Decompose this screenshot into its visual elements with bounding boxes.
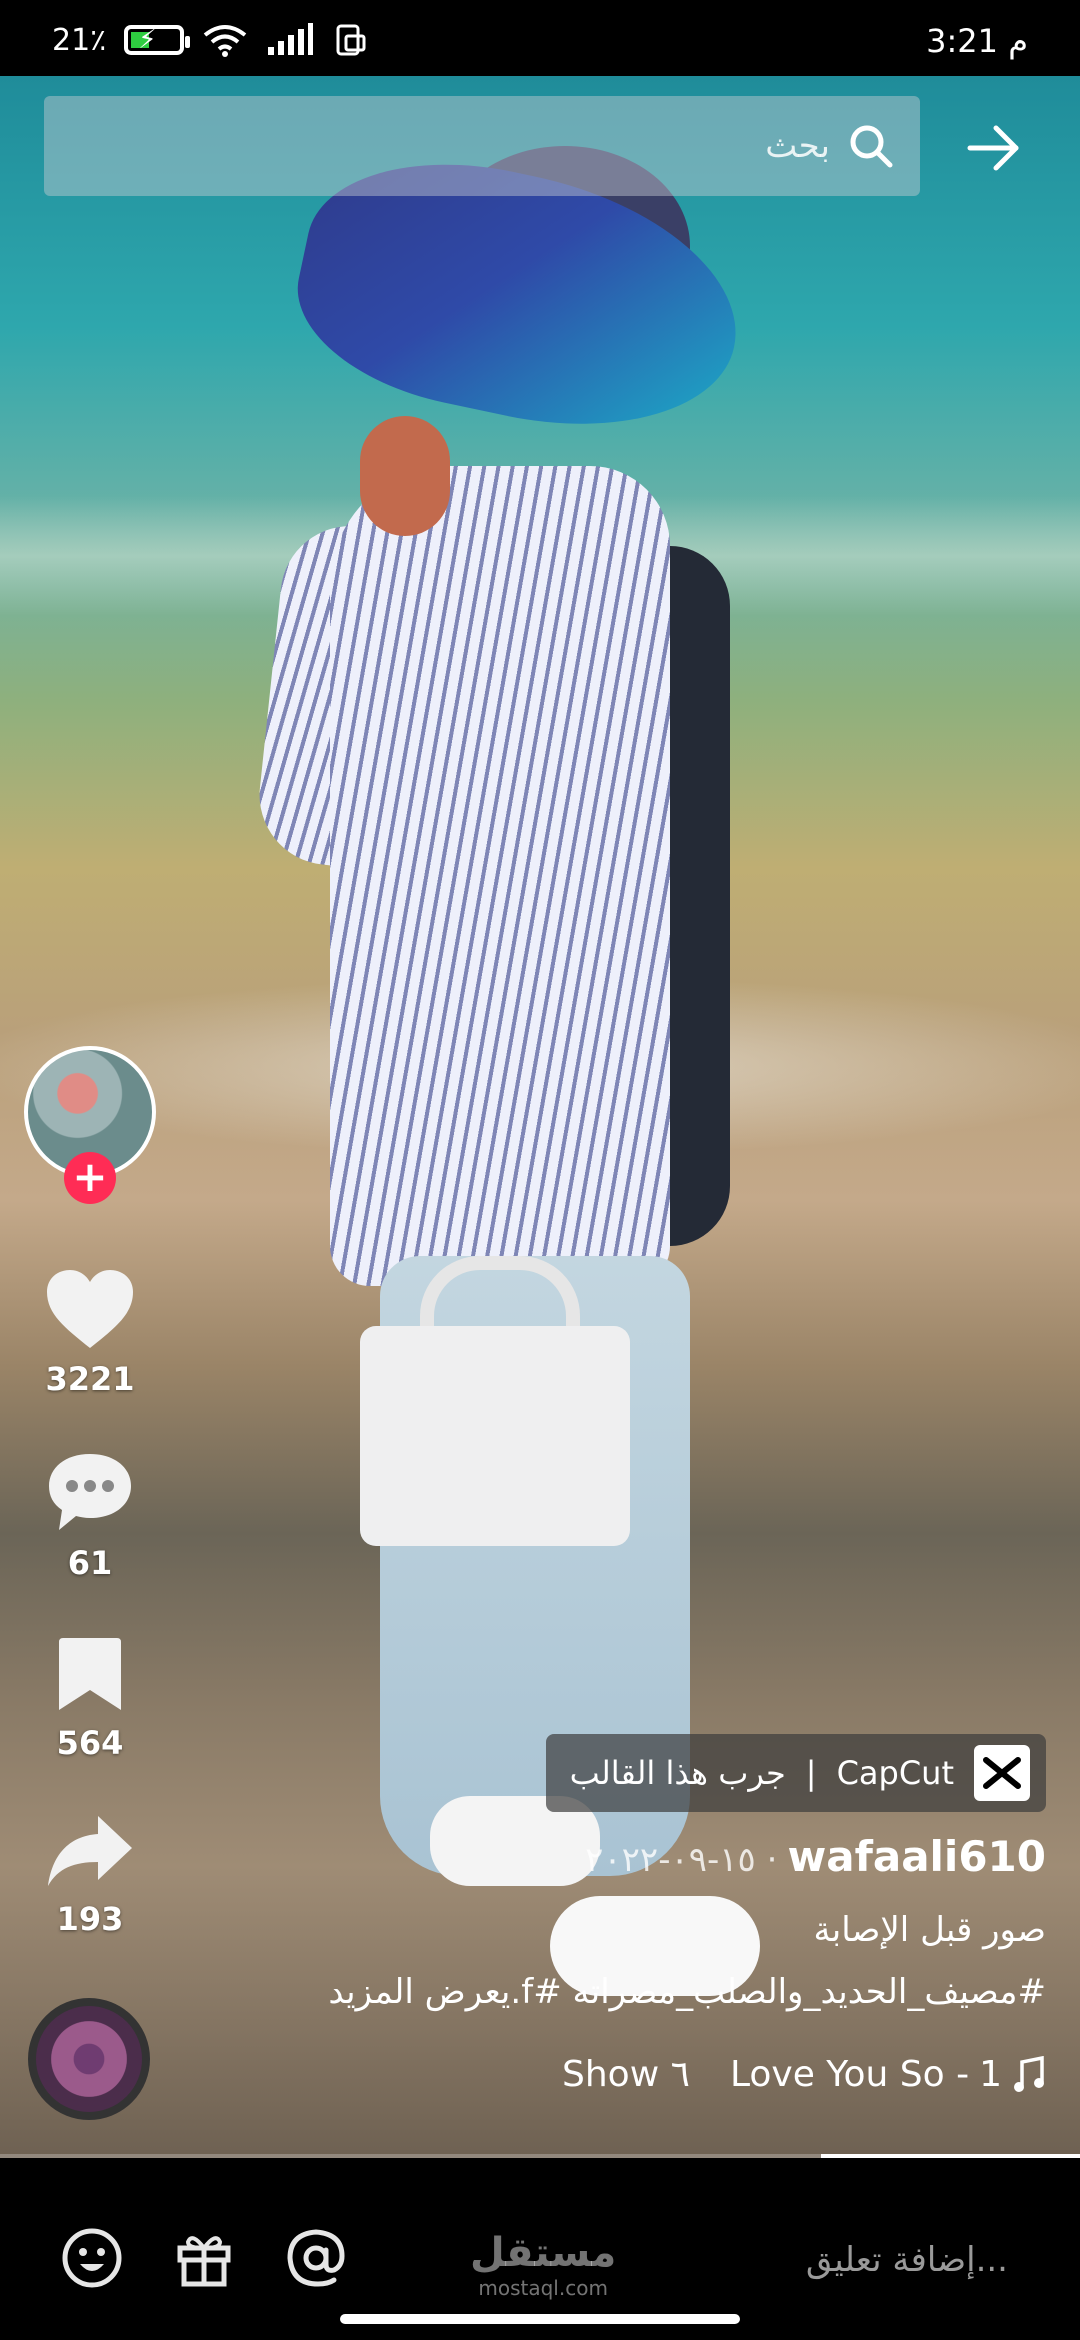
creator-username[interactable]: wafaali610 (787, 1832, 1046, 1881)
clock: 3:21 م (926, 22, 1028, 60)
battery-percent: 21٪ (52, 22, 107, 58)
like-count: 3221 (45, 1360, 135, 1398)
capcut-separator: | (805, 1754, 817, 1792)
capcut-logo-icon (974, 1745, 1030, 1801)
share-count: 193 (56, 1900, 124, 1938)
share-arrow-icon (48, 1816, 132, 1886)
like-button[interactable]: 3221 (20, 1268, 160, 1398)
share-button[interactable]: 193 (20, 1812, 160, 1938)
save-button[interactable]: 564 (20, 1634, 160, 1762)
video-progress-bar[interactable] (0, 2154, 1080, 2158)
caption-text: صور قبل الإصابة (813, 1910, 1047, 1950)
screen-rotate-icon (336, 24, 366, 56)
video-progress-fill (820, 2154, 1080, 2158)
search-row: بحث (0, 96, 1080, 196)
music-disc-icon[interactable] (28, 1998, 150, 2120)
search-input[interactable]: بحث (44, 96, 920, 196)
caption-hashtags[interactable]: #مصيف_الحديد_والصلب_مصراته #f.يعرض المزي… (328, 1972, 1046, 2012)
wifi-icon (204, 25, 247, 57)
comment-count: 61 (67, 1544, 113, 1582)
bookmark-icon (59, 1638, 121, 1710)
mention-icon[interactable] (284, 2226, 348, 2290)
comment-button[interactable]: 61 (20, 1450, 160, 1582)
save-count: 564 (56, 1724, 124, 1762)
comment-bar: مستقل mostaql.com إضافة تعليق... (0, 2160, 1080, 2340)
capcut-template-chip[interactable]: جرب هذا القالب | CapCut (545, 1734, 1046, 1812)
music-partial-text: Show ٦ (562, 2054, 690, 2095)
music-note-icon (1014, 2055, 1044, 2092)
watermark: مستقل mostaql.com (470, 2230, 617, 2300)
search-placeholder: بحث (765, 126, 830, 166)
capcut-label: جرب هذا القالب (569, 1754, 786, 1792)
comment-tools (60, 2226, 348, 2290)
comment-bubble-icon (49, 1454, 131, 1530)
music-row[interactable]: Show ٦ Love You So - 1 (562, 2054, 1046, 2095)
search-icon (850, 125, 893, 168)
signal-icon (268, 23, 314, 55)
capcut-brand: CapCut (836, 1754, 954, 1792)
back-arrow-icon[interactable] (964, 118, 1024, 178)
post-date: ١٥-٠٩-٢٠٢٢ · (585, 1840, 778, 1880)
battery-charging-icon: ⚡ (124, 25, 191, 55)
home-indicator[interactable] (340, 2314, 740, 2324)
status-icons: 21٪ ⚡ (52, 22, 368, 58)
gift-icon[interactable] (172, 2226, 236, 2290)
heart-icon (47, 1270, 133, 1348)
music-title: Love You So - 1 (730, 2054, 1046, 2095)
emoji-icon[interactable] (60, 2226, 124, 2290)
comment-input[interactable]: إضافة تعليق... (806, 2240, 1008, 2280)
follow-plus-button[interactable]: + (64, 1152, 116, 1204)
status-bar: 21٪ ⚡ 3:21 م (0, 0, 1080, 76)
post-meta: ١٥-٠٩-٢٠٢٢ · wafaali610 (585, 1832, 1046, 1881)
